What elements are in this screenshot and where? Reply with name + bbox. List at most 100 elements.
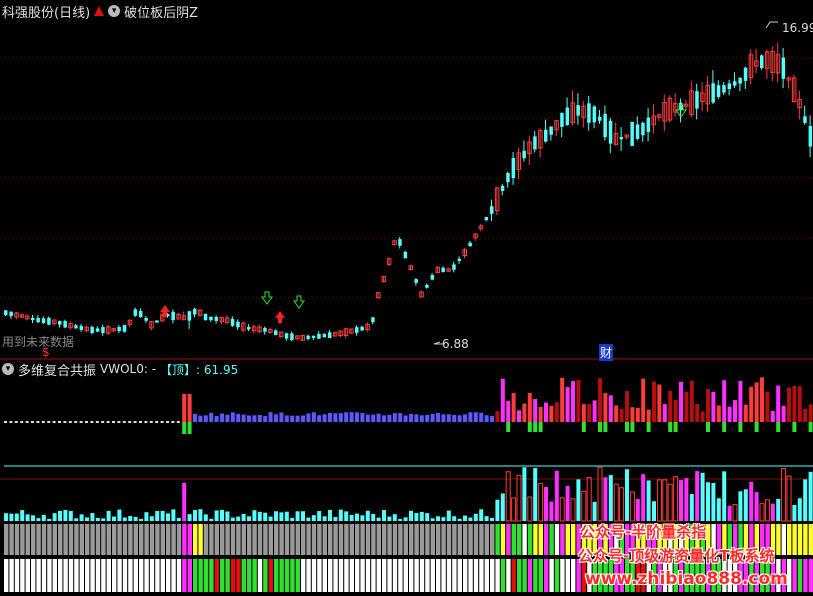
- volume-bar: [565, 486, 570, 521]
- price-candle: [722, 85, 726, 93]
- volume-bar: [738, 491, 743, 521]
- indicator-bar: [74, 421, 78, 423]
- indicator-bar: [576, 379, 581, 422]
- signal-strip-cell: [133, 559, 138, 592]
- signal-strip-cell: [457, 559, 462, 592]
- signal-strip-cell: [133, 524, 138, 555]
- indicator-name[interactable]: 破位板后阴Z: [124, 2, 198, 21]
- indicator-bar: [673, 399, 678, 422]
- price-candle: [403, 251, 408, 259]
- signal-strip-cell: [425, 559, 430, 592]
- price-candle: [187, 311, 192, 321]
- price-candle: [738, 78, 742, 84]
- signal-strip-cell: [203, 524, 209, 555]
- indicator-bar: [695, 403, 700, 422]
- indicator-bar: [301, 415, 305, 422]
- chevron-down-icon[interactable]: ▾: [2, 363, 14, 375]
- indicator-bar: [527, 422, 532, 432]
- volume-bar: [139, 518, 143, 521]
- indicator-bar: [754, 422, 759, 432]
- signal-strip-cell: [79, 524, 84, 555]
- indicator-bar: [387, 414, 392, 422]
- indicator-bar: [711, 391, 716, 422]
- indicator-bar: [500, 378, 505, 422]
- volume-bar: [457, 518, 462, 521]
- indicator-bar: [630, 407, 635, 422]
- volume-bar: [463, 515, 467, 521]
- price-chart-canvas[interactable]: [0, 0, 813, 596]
- signal-strip-cell: [122, 524, 128, 555]
- sell-arrow-icon: [293, 295, 305, 309]
- volume-bar: [706, 482, 710, 521]
- indicator-bar: [333, 413, 338, 422]
- signal-strip-cell: [85, 524, 90, 555]
- signal-strip-cell: [176, 559, 182, 592]
- signal-strip-cell: [398, 524, 403, 555]
- indicator-bar: [468, 412, 473, 422]
- signal-strip-cell: [571, 559, 576, 592]
- volume-bar: [500, 493, 505, 521]
- signal-strip-cell: [117, 559, 122, 592]
- watermark-line-1: 公众号-半阶量杀指: [580, 523, 707, 541]
- indicator-bar: [47, 421, 51, 423]
- volume-bar: [230, 517, 235, 521]
- price-candle: [4, 310, 8, 316]
- volume-bar: [646, 480, 651, 521]
- signal-strip-cell: [306, 559, 311, 592]
- price-candle: [398, 239, 402, 246]
- volume-bar: [155, 510, 160, 521]
- signal-strip-cell: [311, 559, 317, 592]
- indicator-bar: [133, 421, 137, 423]
- signal-strip-cell: [371, 524, 376, 555]
- signal-strip-cell: [155, 559, 160, 592]
- indicator-bar: [787, 387, 791, 422]
- signal-strip-cell: [9, 559, 14, 592]
- volume-bar: [344, 511, 349, 521]
- volume-bar: [679, 480, 683, 521]
- indicator-bar: [214, 415, 219, 422]
- volume-bar: [695, 471, 700, 521]
- volume-bar: [403, 517, 408, 521]
- volume-bar: [641, 474, 646, 521]
- signal-strip-cell: [176, 524, 182, 555]
- volume-bar: [360, 515, 365, 521]
- signal-strip-cell: [301, 524, 306, 555]
- indicator-bar: [68, 421, 72, 423]
- indicator-bar: [284, 415, 289, 422]
- indicator-bar: [603, 422, 608, 432]
- signal-strip-cell: [808, 524, 813, 555]
- finance-marker[interactable]: 财: [599, 344, 614, 361]
- volume-bar: [468, 517, 473, 521]
- indicator-bar: [247, 415, 251, 422]
- signal-strip-cell: [149, 524, 155, 555]
- volume-bar: [25, 514, 30, 521]
- signal-strip-cell: [803, 524, 808, 555]
- signal-strip-cell: [506, 559, 511, 592]
- signal-strip-cell: [457, 524, 462, 555]
- indicator-title[interactable]: 多维复合共振: [18, 360, 96, 379]
- signal-strip-cell: [230, 559, 236, 592]
- signal-strip-cell: [490, 559, 495, 592]
- volume-bar: [193, 510, 197, 521]
- indicator-bar: [166, 421, 169, 423]
- signal-strip-cell: [808, 559, 813, 592]
- signal-strip-cell: [128, 524, 133, 555]
- indicator-bar: [436, 412, 440, 422]
- indicator-bar: [598, 422, 602, 432]
- volume-bar: [764, 499, 770, 522]
- signal-strip-cell: [68, 524, 74, 555]
- signal-strip-cell: [106, 559, 111, 592]
- signal-strip-cell: [63, 524, 68, 555]
- price-candle: [284, 333, 289, 339]
- volume-bar: [425, 513, 430, 521]
- chevron-down-icon[interactable]: ▾: [108, 5, 121, 17]
- signal-strip-cell: [209, 524, 214, 555]
- signal-strip-cell: [85, 559, 90, 592]
- indicator-bar: [209, 412, 214, 422]
- indicator-bar: [581, 422, 586, 432]
- price-candle: [95, 328, 100, 332]
- signal-strip-cell: [14, 559, 20, 592]
- volume-bar: [225, 511, 230, 521]
- signal-strip-cell: [268, 524, 273, 555]
- signal-strip-cell: [74, 559, 79, 592]
